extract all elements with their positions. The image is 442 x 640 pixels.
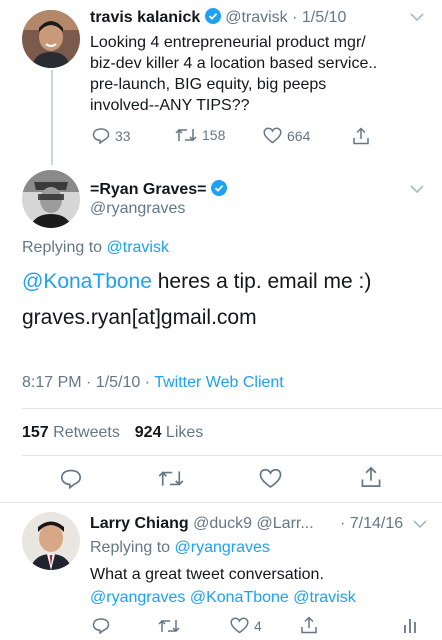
author-name[interactable]: =Ryan Graves= — [90, 181, 207, 198]
tweet1-text: Looking 4 entrepreneurial product mgr/ b… — [90, 32, 430, 116]
like-count: 664 — [287, 127, 311, 144]
author-handle[interactable]: @duck9 @Larr... — [193, 515, 314, 532]
retweets-label: Retweets — [53, 424, 120, 441]
avatar-duck9[interactable] — [22, 512, 80, 570]
avatar-travisk[interactable] — [22, 10, 80, 68]
verified-icon — [210, 180, 227, 196]
reply-icon[interactable] — [60, 468, 82, 489]
author-name[interactable]: Larry Chiang — [90, 515, 189, 532]
share-icon[interactable] — [300, 616, 318, 634]
retweet-icon[interactable] — [158, 618, 180, 634]
reply-icon — [92, 128, 110, 144]
author-handle[interactable]: @travisk — [225, 9, 287, 26]
retweet-button[interactable]: 158 — [175, 127, 225, 143]
reply-mentions[interactable]: @ryangraves @KonaTbone @travisk — [90, 588, 356, 608]
reply-icon[interactable] — [92, 617, 110, 634]
share-icon[interactable] — [360, 466, 382, 488]
timestamp-row: 8:17 PM · 1/5/10 · Twitter Web Client — [22, 373, 284, 393]
engagement-stats: 157 Retweets 924 Likes — [22, 423, 203, 443]
tweet-text: heres a tip. email me :) — [151, 270, 372, 293]
timestamp: 8:17 PM · 1/5/10 · — [22, 374, 151, 391]
main-tweet-header: =Ryan Graves= — [90, 180, 227, 200]
main-tweet-text: @KonaTbone heres a tip. email me :) grav… — [22, 266, 432, 334]
reply-button[interactable]: 33 — [92, 127, 131, 144]
chevron-down-icon[interactable] — [410, 184, 424, 194]
tweet-text-line: Looking 4 entrepreneurial product mgr/ — [90, 34, 366, 51]
reply-text: What a great tweet conversation. — [90, 566, 324, 583]
tweet1-header: travis kalanick @travisk · 1/5/10 — [90, 8, 346, 28]
heart-icon[interactable] — [259, 468, 282, 489]
analytics-icon[interactable] — [403, 617, 417, 634]
reply-count: 33 — [115, 127, 131, 144]
retweet-count: 158 — [202, 127, 226, 143]
replying-to: Replying to @travisk — [22, 238, 169, 258]
retweets-count: 157 — [22, 424, 49, 441]
tweet-text-line: involved--ANY TIPS?? — [90, 97, 250, 114]
client-link[interactable]: Twitter Web Client — [154, 374, 284, 391]
chevron-down-icon[interactable] — [413, 519, 427, 529]
replying-to: Replying to @ryangraves — [90, 538, 270, 558]
tweet-date: · 7/14/16 — [340, 515, 404, 532]
share-icon[interactable] — [352, 127, 370, 145]
heart-icon — [263, 127, 282, 144]
reply-header: Larry Chiang @duck9 @Larr... — [90, 514, 314, 534]
tweet-text-line: biz-dev killer 4 a location based servic… — [90, 55, 378, 72]
tweet-text: graves.ryan[at]gmail.com — [22, 306, 257, 329]
divider — [22, 408, 442, 409]
chevron-down-icon[interactable] — [410, 12, 424, 22]
like-count: 4 — [254, 617, 262, 634]
replying-prefix: Replying to — [22, 239, 103, 256]
like-button[interactable]: 4 — [230, 617, 262, 634]
avatar-ryangraves[interactable] — [22, 170, 80, 228]
divider — [0, 502, 442, 503]
tweet-date: · 1/5/10 — [292, 9, 347, 26]
retweets-stat[interactable]: 157 Retweets — [22, 424, 120, 441]
author-handle[interactable]: @ryangraves — [90, 199, 185, 219]
divider — [22, 455, 442, 456]
thread-line — [51, 70, 53, 165]
verified-icon — [204, 8, 221, 24]
author-name[interactable]: travis kalanick — [90, 9, 200, 26]
replying-to-link[interactable]: @travisk — [107, 239, 169, 256]
like-button[interactable]: 664 — [263, 127, 310, 144]
replying-to-link[interactable]: @ryangraves — [175, 539, 270, 556]
likes-count: 924 — [134, 424, 162, 441]
mention-link[interactable]: @KonaTbone — [22, 270, 152, 293]
likes-stat[interactable]: 924 Likes — [135, 424, 204, 441]
heart-icon — [230, 617, 249, 634]
retweet-icon[interactable] — [158, 469, 184, 488]
tweet-text-line: pre-launch, BIG equity, big peeps — [90, 76, 327, 93]
retweet-icon — [175, 128, 197, 142]
replying-prefix: Replying to — [90, 539, 171, 556]
likes-label: Likes — [165, 424, 204, 441]
